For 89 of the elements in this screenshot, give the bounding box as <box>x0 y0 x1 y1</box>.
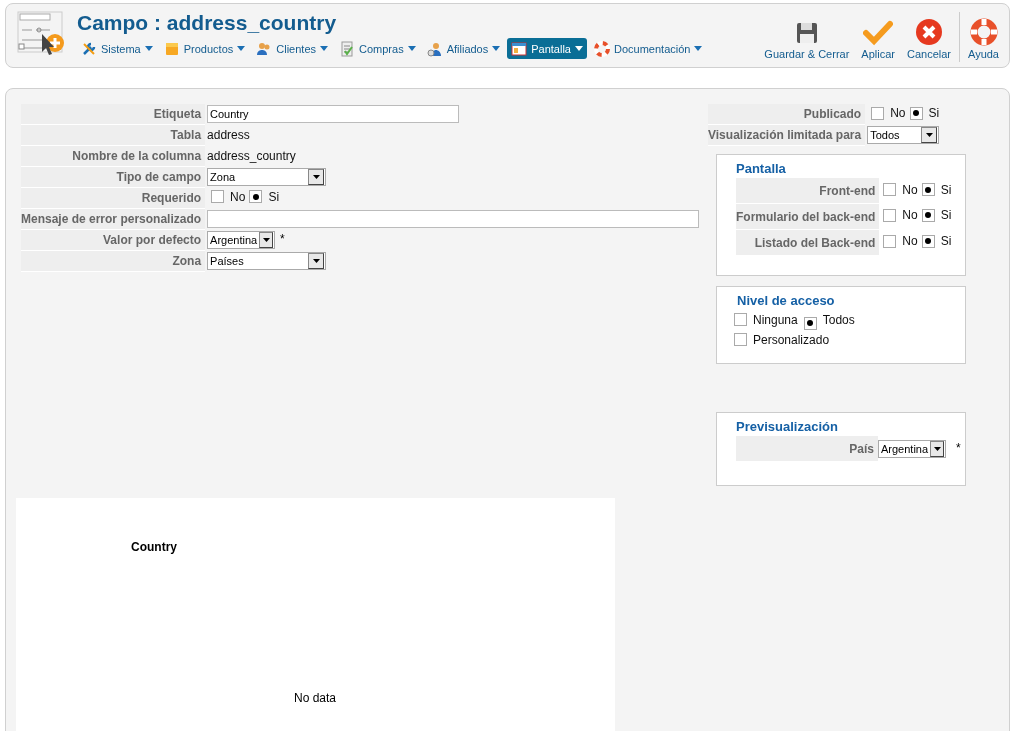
dropdown[interactable]: Argentina <box>878 439 946 458</box>
field-label: Visualización limitada para <box>708 124 866 146</box>
field-label: País <box>736 436 878 462</box>
panel-title: Nivel de acceso <box>737 293 836 308</box>
radio-button[interactable] <box>921 234 935 248</box>
field-label: Requerido <box>21 187 206 209</box>
caret-icon <box>144 46 153 51</box>
option-label: Si <box>940 234 952 249</box>
required-mark: * <box>280 232 285 247</box>
field-label: Publicado <box>708 104 866 125</box>
radio-button[interactable] <box>883 208 897 222</box>
radio-button[interactable] <box>249 190 263 204</box>
text-field[interactable] <box>207 210 700 228</box>
radio-button[interactable] <box>883 234 897 248</box>
field-label: Mensaje de error personalizado <box>21 208 206 230</box>
option-label: No <box>890 106 906 120</box>
menu-item[interactable]: Productos <box>159 38 250 59</box>
radio-button[interactable] <box>803 316 817 330</box>
field-value: address_country <box>207 149 296 163</box>
field-label: Tabla <box>21 124 206 146</box>
caret-icon <box>262 238 270 242</box>
option-label: No <box>230 189 246 204</box>
chart-message: No data <box>294 691 337 705</box>
close-icon <box>915 18 943 46</box>
form-field-icon <box>16 10 66 58</box>
box-icon <box>163 40 180 57</box>
required-mark: * <box>956 440 961 455</box>
field-label: Valor por defecto <box>21 229 206 251</box>
option-label: Ninguna <box>753 313 798 327</box>
dropdown[interactable]: Zona <box>207 168 327 186</box>
lifebuoy-icon <box>969 18 998 46</box>
caret-icon <box>407 46 416 51</box>
checklist-icon <box>339 40 356 57</box>
panel-title: Pantalla <box>736 161 787 176</box>
radio-button[interactable] <box>883 183 897 196</box>
dropdown[interactable]: Todos <box>867 126 940 144</box>
option-label: Si <box>928 106 940 120</box>
lifebuoy-icon <box>594 40 610 57</box>
field-label: Listado del Back-end <box>736 229 880 256</box>
radio-button[interactable] <box>871 106 885 120</box>
people-coin-icon <box>426 40 443 57</box>
toolbar-button[interactable]: Ayuda <box>962 18 1005 60</box>
field-label: Formulario del back-end <box>736 203 880 230</box>
page-title: Campo : address_country <box>77 11 338 35</box>
radio-button[interactable] <box>921 183 935 196</box>
field-label: Etiqueta <box>21 104 206 125</box>
chart-title: Country <box>131 540 177 554</box>
menu-item[interactable]: Sistema <box>77 38 157 59</box>
caret-icon <box>320 46 329 51</box>
radio-button[interactable] <box>211 190 225 204</box>
menu-item[interactable]: Documentación <box>590 38 707 59</box>
option-label: Si <box>940 182 952 197</box>
caret-icon <box>575 46 583 51</box>
option-label: No <box>902 234 918 249</box>
caret-icon <box>312 175 320 179</box>
caret-icon <box>933 446 941 451</box>
caret-icon <box>237 46 246 51</box>
caret-icon <box>492 46 501 51</box>
option-label: Si <box>268 189 280 204</box>
caret-icon <box>925 133 933 137</box>
toolbar-button[interactable]: Guardar & Cerrar <box>758 18 856 60</box>
option-label: No <box>902 182 918 197</box>
toolbar-button[interactable]: Cancelar <box>900 18 957 60</box>
radio-button[interactable] <box>734 313 747 326</box>
field-value: address <box>207 128 250 142</box>
check-icon <box>863 20 894 46</box>
option-label: Si <box>940 208 952 223</box>
panel-title: Previsualización <box>736 419 839 434</box>
dropdown[interactable]: Argentina <box>207 231 276 249</box>
radio-button[interactable] <box>921 208 935 222</box>
menu-item[interactable]: Pantalla <box>507 38 587 59</box>
field-label: Zona <box>21 250 206 272</box>
menu-item[interactable]: Afiliados <box>422 38 505 59</box>
menu-item[interactable]: Compras <box>335 38 420 59</box>
menu-item[interactable]: Clientes <box>252 38 333 59</box>
option-label: Personalizado <box>753 333 830 347</box>
field-label: Front-end <box>736 178 880 204</box>
dropdown[interactable]: Países <box>207 252 327 270</box>
caret-icon <box>312 259 320 263</box>
caret-icon <box>694 46 703 51</box>
toolbar-button[interactable]: Aplicar <box>855 18 901 60</box>
text-field[interactable]: Country <box>207 105 460 124</box>
option-label: No <box>902 208 918 223</box>
field-label: Nombre de la columna <box>21 145 206 167</box>
radio-button[interactable] <box>734 333 747 346</box>
field-label: Tipo de campo <box>21 166 206 188</box>
radio-button[interactable] <box>909 106 923 120</box>
window-icon <box>511 40 528 57</box>
option-label: Todos <box>822 313 855 327</box>
